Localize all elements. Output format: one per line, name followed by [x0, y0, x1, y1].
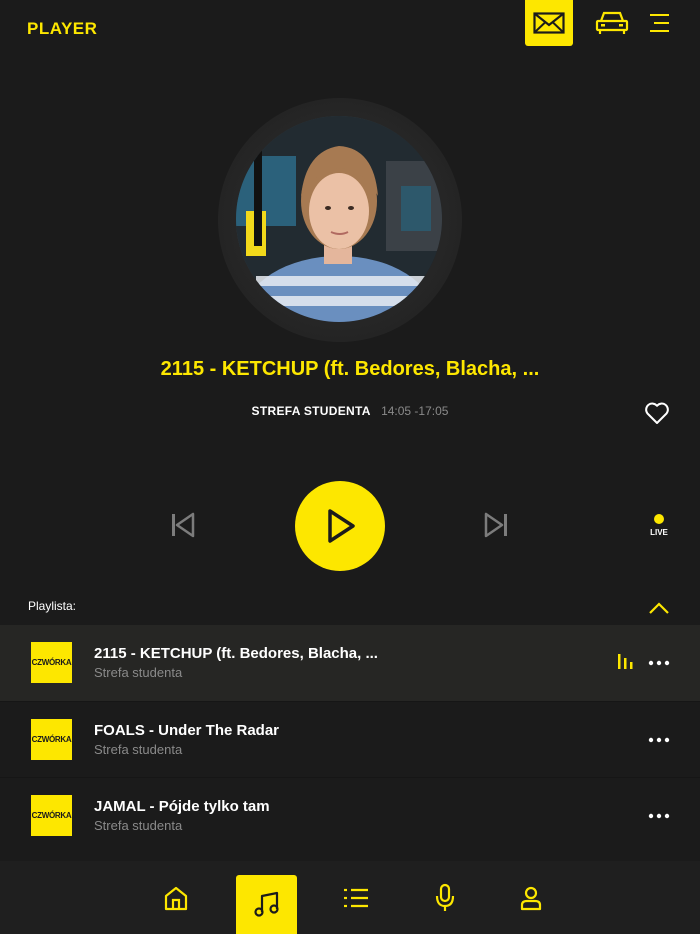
playlist-item-subtitle: Strefa studenta	[94, 818, 183, 833]
live-dot-icon	[654, 514, 664, 524]
playlist-collapse-button[interactable]	[648, 600, 670, 616]
nav-profile[interactable]	[500, 861, 561, 934]
heart-icon	[645, 402, 669, 424]
nav-home[interactable]	[145, 861, 206, 934]
more-options-button[interactable]	[648, 808, 670, 819]
bottom-navigation	[0, 861, 700, 934]
show-info: STREFA STUDENTA 14:05 -17:05	[0, 404, 700, 418]
now-playing-title: 2115 - KETCHUP (ft. Bedores, Blacha, ...	[160, 358, 540, 380]
live-label: LIVE	[650, 528, 668, 537]
chevron-up-icon	[649, 602, 669, 614]
user-icon	[520, 886, 541, 910]
list-icon	[343, 888, 368, 907]
microphone-icon	[435, 883, 454, 911]
playlist-item-subtitle: Strefa studenta	[94, 665, 183, 680]
playlist-item[interactable]: CZWÓRKA FOALS - Under The Radar Strefa s…	[0, 701, 700, 777]
mail-button[interactable]	[525, 0, 573, 46]
car-icon	[595, 11, 629, 34]
playlist: CZWÓRKA 2115 - KETCHUP (ft. Bedores, Bla…	[0, 625, 700, 853]
play-icon	[328, 509, 355, 543]
show-name: STREFA STUDENTA	[251, 404, 371, 418]
skip-previous-icon	[172, 512, 195, 538]
live-indicator[interactable]: LIVE	[645, 514, 673, 537]
more-icon	[648, 813, 670, 819]
music-note-icon	[253, 891, 279, 917]
nav-music[interactable]	[236, 875, 297, 934]
more-icon	[648, 660, 670, 666]
cover-art	[210, 90, 470, 350]
car-mode-button[interactable]	[592, 0, 632, 46]
station-logo: CZWÓRKA	[31, 642, 72, 683]
playlist-item[interactable]: CZWÓRKA 2115 - KETCHUP (ft. Bedores, Bla…	[0, 625, 700, 701]
more-options-button[interactable]	[648, 655, 670, 666]
more-options-button[interactable]	[648, 732, 670, 743]
skip-next-icon	[484, 512, 507, 538]
show-time: 14:05 -17:05	[381, 404, 449, 418]
host-photo	[236, 116, 442, 322]
now-playing-equalizer-icon	[617, 653, 635, 669]
playlist-heading: Playlista:	[28, 599, 77, 613]
menu-button[interactable]	[644, 0, 674, 46]
play-button[interactable]	[295, 481, 385, 571]
playlist-item-title: FOALS - Under The Radar	[94, 722, 280, 739]
top-bar: PLAYER	[0, 0, 700, 56]
playlist-item[interactable]: CZWÓRKA JAMAL - Pójde tylko tam Strefa s…	[0, 777, 700, 853]
menu-icon	[650, 14, 669, 32]
previous-button[interactable]	[168, 510, 198, 540]
page-title: PLAYER	[27, 19, 98, 38]
playlist-item-title: 2115 - KETCHUP (ft. Bedores, Blacha, ...	[94, 645, 378, 662]
nav-podcasts[interactable]	[414, 861, 475, 934]
favorite-button[interactable]	[644, 401, 670, 425]
more-icon	[648, 737, 670, 743]
nav-schedule[interactable]	[325, 861, 386, 934]
mail-icon	[533, 12, 565, 34]
playlist-item-title: JAMAL - Pójde tylko tam	[94, 798, 270, 815]
station-logo: CZWÓRKA	[31, 795, 72, 836]
home-icon	[164, 886, 187, 910]
next-button[interactable]	[481, 510, 511, 540]
station-logo: CZWÓRKA	[31, 719, 72, 760]
playlist-item-subtitle: Strefa studenta	[94, 742, 183, 757]
